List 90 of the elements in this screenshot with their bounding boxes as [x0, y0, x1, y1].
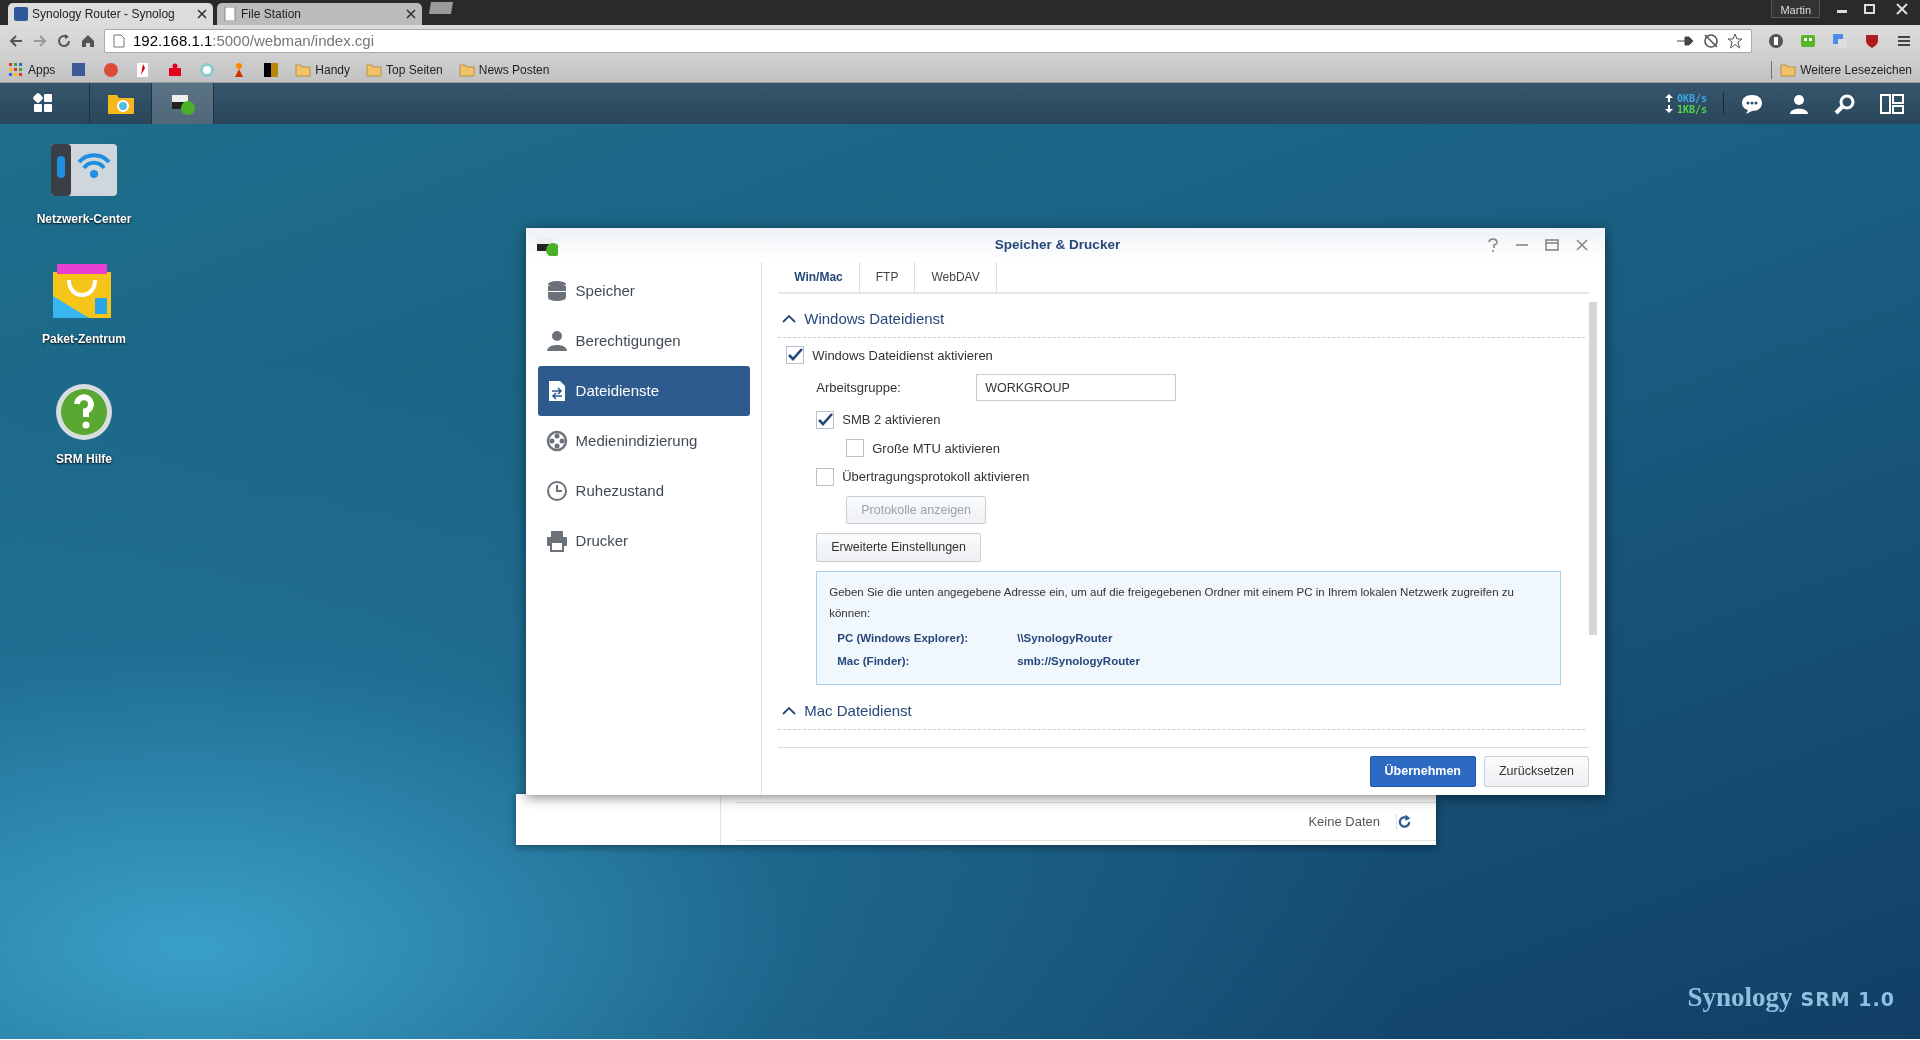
translate-icon[interactable] — [1832, 33, 1848, 49]
desktop-shortcut[interactable]: SRM Hilfe — [24, 382, 144, 468]
printer-icon — [545, 530, 568, 552]
user-icon — [545, 330, 568, 352]
folder-icon — [1780, 61, 1797, 78]
sidebar-item[interactable]: Drucker — [537, 516, 750, 566]
sidebar-item[interactable]: Dateidienste — [537, 366, 750, 416]
search-icon[interactable] — [1834, 92, 1856, 115]
blocked-icon[interactable] — [1703, 33, 1719, 49]
product-name: SRM 1.0 — [1800, 986, 1895, 1012]
section-title: Mac Dateidienst — [804, 701, 912, 721]
folder-icon — [295, 61, 312, 78]
chat-icon[interactable] — [1740, 92, 1764, 115]
chevron-icon[interactable] — [782, 706, 797, 717]
extension-icon[interactable] — [1768, 33, 1784, 49]
shield-icon[interactable] — [1864, 33, 1880, 49]
status-text: Keine Daten — [1308, 812, 1380, 831]
upload-icon — [1664, 94, 1673, 102]
bookmark-icon[interactable] — [263, 61, 280, 78]
checkbox[interactable] — [816, 467, 835, 486]
bookmark-link[interactable]: Apps — [8, 60, 56, 79]
section-title: Windows Dateidienst — [804, 309, 945, 329]
tab[interactable]: FTP — [859, 262, 916, 292]
maximize-icon[interactable] — [1545, 238, 1559, 252]
info-text: Geben Sie die unten angegebene Adresse ein, um auf die freigegebenen Ordner mit einem PC in Ihrem lokalen Netzwerk zugreifen zu können: — [829, 585, 1515, 621]
scrollbar[interactable] — [1589, 302, 1597, 635]
database-icon — [545, 280, 568, 302]
tab[interactable]: Win/Mac — [778, 262, 860, 292]
url-text: 192.168.1.1:5000/webman/index.cgi — [133, 30, 376, 51]
refresh-icon[interactable] — [1396, 813, 1412, 830]
drive-icon — [534, 234, 558, 256]
browser-tab[interactable]: Synology Router - Synolog — [8, 3, 213, 25]
pin-icon[interactable] — [1675, 34, 1695, 48]
tab-icon — [223, 7, 237, 21]
close-icon[interactable] — [197, 9, 207, 19]
bookmark-link[interactable]: Top Seiten — [366, 60, 443, 79]
folder-icon — [458, 61, 475, 78]
bookmark-link[interactable]: News Posten — [458, 60, 550, 79]
speed-reading: 0KB/s — [1676, 92, 1707, 104]
page-icon — [113, 34, 125, 48]
star-icon[interactable] — [1727, 33, 1743, 49]
reload-icon[interactable] — [56, 33, 72, 49]
back-icon[interactable] — [8, 33, 24, 49]
address-bar[interactable]: 192.168.1.1:5000/webman/index.cgi — [104, 29, 1752, 53]
folder-icon — [366, 61, 383, 78]
checkbox-label: SMB 2 aktivieren — [842, 411, 941, 429]
address-value: \\SynologyRouter — [1017, 631, 1113, 646]
window-title: Speicher & Drucker — [993, 235, 1122, 254]
sidebar-item[interactable]: Speicher — [537, 266, 750, 316]
new-tab-icon[interactable] — [426, 0, 456, 16]
input-field[interactable]: WORKGROUP — [976, 374, 1177, 401]
user-button[interactable]: Martin — [1771, 0, 1820, 18]
checkbox-label: Übertragungsprotokoll aktivieren — [842, 468, 1030, 486]
chevron-icon[interactable] — [782, 314, 797, 325]
button[interactable]: Zurücksetzen — [1483, 756, 1589, 787]
close-icon[interactable] — [406, 9, 416, 19]
film-reel-icon — [545, 430, 568, 452]
browser-tab[interactable]: File Station — [217, 3, 422, 25]
checkbox[interactable] — [846, 439, 865, 458]
widgets-icon[interactable] — [1880, 92, 1904, 115]
sidebar-item[interactable]: Medienindizierung — [537, 416, 750, 466]
address-label: Mac (Finder): — [837, 654, 911, 669]
checkbox-label: Windows Dateidienst aktivieren — [812, 346, 993, 365]
field-label: Arbeitsgruppe: — [816, 378, 902, 397]
checkbox[interactable] — [816, 410, 835, 429]
grid-icon — [8, 61, 24, 78]
tab-icon — [14, 7, 28, 21]
download-icon — [1664, 105, 1673, 113]
menu-icon[interactable] — [1896, 33, 1912, 49]
desktop-shortcut[interactable]: Netzwerk-Center — [24, 142, 144, 228]
sidebar-item[interactable]: Ruhezustand — [537, 466, 750, 516]
button[interactable]: Übernehmen — [1369, 756, 1476, 787]
checkbox-label: Große MTU aktivieren — [872, 439, 1001, 458]
user-icon[interactable] — [1788, 92, 1810, 115]
button[interactable]: Erweiterte Einstellungen — [816, 533, 981, 562]
bookmark-link[interactable]: Weitere Lesezeichen — [1771, 60, 1912, 79]
tab[interactable]: WebDAV — [915, 262, 997, 292]
taskbar-button[interactable] — [152, 83, 214, 124]
desktop-shortcut[interactable]: Paket-Zentrum — [24, 262, 144, 348]
clock-icon — [545, 480, 568, 502]
address-value: smb://SynologyRouter — [1017, 654, 1140, 669]
speed-reading: 1KB/s — [1676, 103, 1707, 115]
brand-logo: Synology — [1687, 980, 1793, 1014]
address-label: PC (Windows Explorer): — [837, 631, 970, 646]
home-icon[interactable] — [80, 33, 96, 49]
robot-icon[interactable] — [1800, 33, 1816, 49]
help-icon[interactable] — [1487, 238, 1499, 252]
checkbox[interactable] — [786, 346, 805, 365]
sidebar-item[interactable]: Berechtigungen — [537, 316, 750, 366]
bookmark-link[interactable]: Handy — [295, 60, 351, 79]
